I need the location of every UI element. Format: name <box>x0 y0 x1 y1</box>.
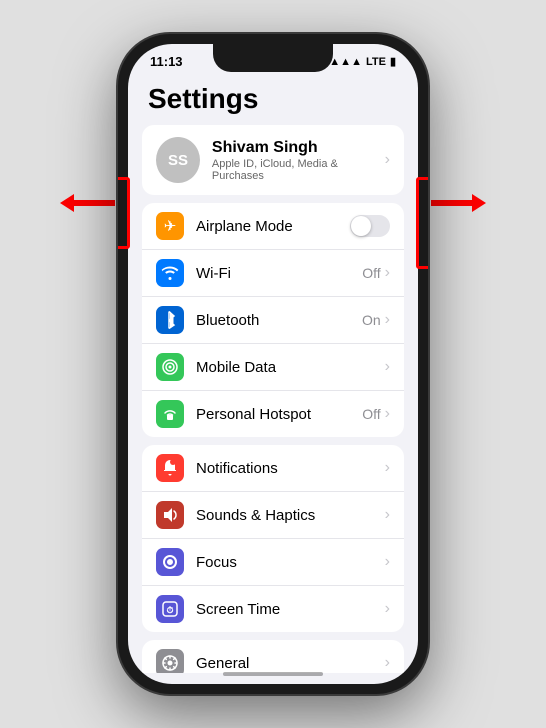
screen: 11:13 ▲▲▲ LTE ▮ Settings SS Shivam Singh <box>128 44 418 684</box>
item-left: ⏱ Screen Time <box>156 595 280 623</box>
list-item[interactable]: Wi-Fi Off › <box>142 250 404 297</box>
general-label: General <box>196 655 249 672</box>
profile-subtitle: Apple ID, iCloud, Media & Purchases <box>212 158 385 182</box>
focus-chevron: › <box>385 553 390 571</box>
sounds-chevron: › <box>385 506 390 524</box>
mobile-data-chevron: › <box>385 358 390 376</box>
profile-row[interactable]: SS Shivam Singh Apple ID, iCloud, Media … <box>142 125 404 195</box>
red-highlight-left <box>118 177 130 249</box>
general-icon <box>156 649 184 673</box>
phone-body: 11:13 ▲▲▲ LTE ▮ Settings SS Shivam Singh <box>118 34 428 694</box>
arrow-left-icon <box>60 192 115 214</box>
general-value: › <box>385 654 390 672</box>
toggle-knob <box>351 216 371 236</box>
list-item[interactable]: Focus › <box>142 539 404 586</box>
list-item[interactable]: Personal Hotspot Off › <box>142 391 404 437</box>
profile-name: Shivam Singh <box>212 139 385 157</box>
bluetooth-value: On › <box>362 311 390 329</box>
status-indicators: ▲▲▲ LTE ▮ <box>329 55 396 68</box>
notifications-value: › <box>385 459 390 477</box>
list-item[interactable]: Notifications › <box>142 445 404 492</box>
battery-icon: ▮ <box>390 55 396 68</box>
svg-text:⏱: ⏱ <box>166 605 173 615</box>
item-left: Wi-Fi <box>156 259 231 287</box>
sounds-value: › <box>385 506 390 524</box>
wifi-status: Off <box>362 265 380 281</box>
red-highlight-right <box>416 177 428 269</box>
hotspot-label: Personal Hotspot <box>196 406 311 423</box>
settings-group-system: General › <box>142 640 404 673</box>
item-left: ✈ Airplane Mode <box>156 212 293 240</box>
list-item[interactable]: Sounds & Haptics › <box>142 492 404 539</box>
item-left: Personal Hotspot <box>156 400 311 428</box>
wifi-chevron: › <box>385 264 390 282</box>
focus-value: › <box>385 553 390 571</box>
mobile-data-label: Mobile Data <box>196 359 276 376</box>
item-left: Bluetooth <box>156 306 259 334</box>
screen-time-value: › <box>385 600 390 618</box>
bluetooth-label: Bluetooth <box>196 312 259 329</box>
focus-label: Focus <box>196 554 237 571</box>
wifi-value: Off › <box>362 264 390 282</box>
settings-group-alerts: Notifications › <box>142 445 404 632</box>
list-item[interactable]: General › <box>142 640 404 673</box>
item-left: General <box>156 649 249 673</box>
settings-content: Settings SS Shivam Singh Apple ID, iClou… <box>128 73 418 673</box>
hotspot-value: Off › <box>362 405 390 423</box>
item-left: Notifications <box>156 454 278 482</box>
list-item[interactable]: ⏱ Screen Time › <box>142 586 404 632</box>
hotspot-chevron: › <box>385 405 390 423</box>
bluetooth-icon <box>156 306 184 334</box>
hotspot-icon <box>156 400 184 428</box>
list-item[interactable]: ✈ Airplane Mode <box>142 203 404 250</box>
bluetooth-chevron: › <box>385 311 390 329</box>
item-left: Focus <box>156 548 237 576</box>
signal-icon: ▲▲▲ <box>329 56 362 68</box>
item-left: Mobile Data <box>156 353 276 381</box>
airplane-mode-toggle[interactable] <box>350 215 390 237</box>
mobile-data-icon <box>156 353 184 381</box>
notifications-icon <box>156 454 184 482</box>
mobile-data-value: › <box>385 358 390 376</box>
avatar: SS <box>156 137 200 183</box>
sounds-icon <box>156 501 184 529</box>
wifi-label: Wi-Fi <box>196 265 231 282</box>
wifi-icon <box>156 259 184 287</box>
general-chevron: › <box>385 654 390 672</box>
screen-time-label: Screen Time <box>196 601 280 618</box>
status-time: 11:13 <box>150 54 183 69</box>
profile-chevron: › <box>385 151 390 169</box>
settings-group-connectivity: ✈ Airplane Mode <box>142 203 404 437</box>
hotspot-status: Off <box>362 406 380 422</box>
focus-icon <box>156 548 184 576</box>
list-item[interactable]: Mobile Data › <box>142 344 404 391</box>
notch <box>213 44 333 72</box>
list-item[interactable]: Bluetooth On › <box>142 297 404 344</box>
arrow-right-icon <box>431 192 486 214</box>
screen-time-icon: ⏱ <box>156 595 184 623</box>
phone-wrapper: 11:13 ▲▲▲ LTE ▮ Settings SS Shivam Singh <box>118 34 428 694</box>
page-title: Settings <box>128 77 418 125</box>
profile-left: SS Shivam Singh Apple ID, iCloud, Media … <box>156 137 385 183</box>
home-indicator <box>223 672 323 676</box>
notifications-label: Notifications <box>196 460 278 477</box>
sounds-label: Sounds & Haptics <box>196 507 315 524</box>
notifications-chevron: › <box>385 459 390 477</box>
bluetooth-status: On <box>362 312 381 328</box>
item-left: Sounds & Haptics <box>156 501 315 529</box>
airplane-mode-icon: ✈ <box>156 212 184 240</box>
lte-indicator: LTE <box>366 56 386 68</box>
airplane-mode-label: Airplane Mode <box>196 218 293 235</box>
profile-info: Shivam Singh Apple ID, iCloud, Media & P… <box>212 139 385 182</box>
screen-time-chevron: › <box>385 600 390 618</box>
